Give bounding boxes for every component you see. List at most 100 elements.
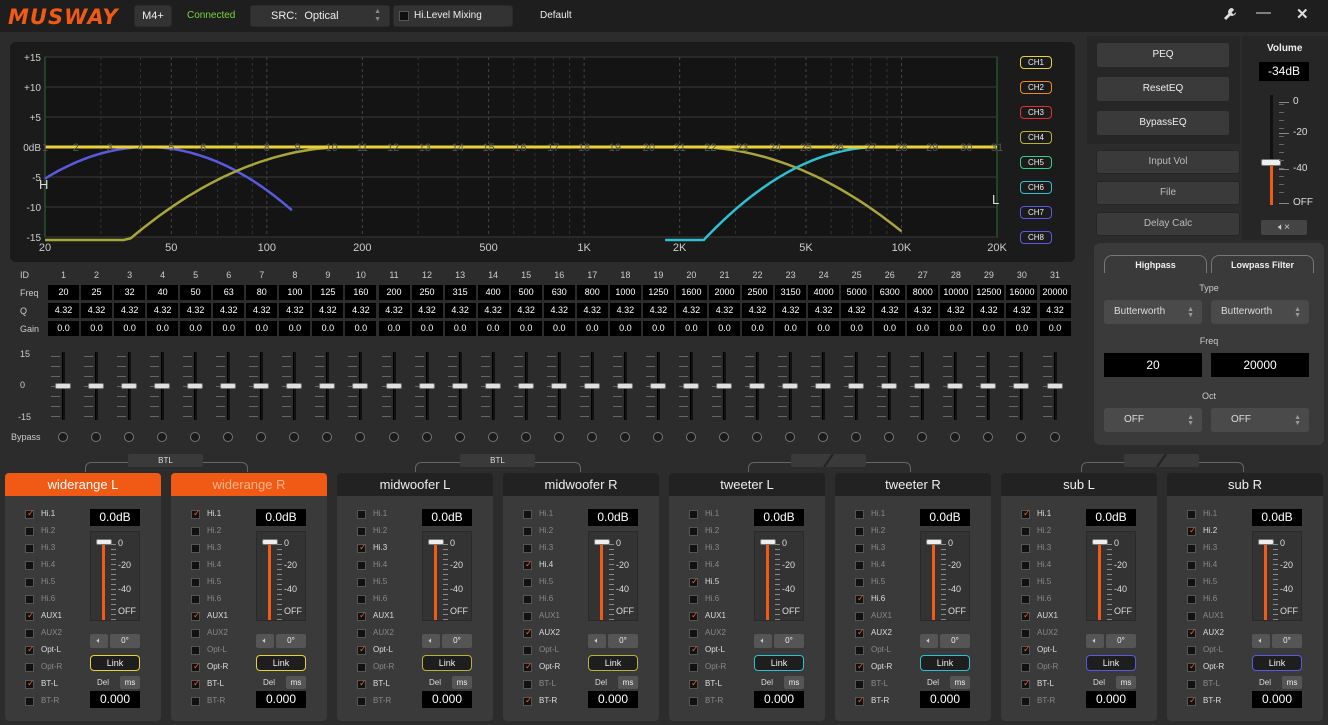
phase-button[interactable]: 0° (1106, 634, 1136, 648)
checkbox[interactable]: ✓ (1187, 525, 1197, 536)
input-vol-button[interactable]: Input Vol (1096, 150, 1240, 174)
band-gain-input[interactable]: 0.0 (1039, 321, 1071, 336)
band-bypass-toggle[interactable] (520, 432, 531, 442)
band-bypass-toggle[interactable] (388, 432, 399, 442)
slider-handle[interactable] (96, 539, 112, 545)
band-q-input[interactable]: 4.32 (543, 303, 575, 318)
band-freq-input[interactable]: 315 (444, 285, 476, 300)
checkbox[interactable] (523, 595, 532, 604)
band-marker[interactable]: 23 (736, 142, 748, 154)
phase-button[interactable]: 0° (940, 634, 970, 648)
checkbox[interactable] (1021, 663, 1030, 672)
band-q-input[interactable]: 4.32 (1039, 303, 1071, 318)
checkbox[interactable] (357, 527, 366, 536)
band-gain-input[interactable]: 0.0 (609, 321, 641, 336)
band-q-input[interactable]: 4.32 (874, 303, 906, 318)
checkbox[interactable] (1021, 527, 1030, 536)
band-marker[interactable]: 21 (674, 142, 686, 154)
band-q-input[interactable]: 4.32 (940, 303, 972, 318)
checkbox[interactable] (25, 578, 34, 587)
checkbox[interactable] (1187, 544, 1196, 553)
channel-gain-slider[interactable]: 0 -20 -40 OFF (422, 531, 472, 621)
checkbox[interactable]: ✓ (689, 644, 699, 655)
band-gain-handle[interactable] (616, 383, 633, 389)
band-q-input[interactable]: 4.32 (742, 303, 774, 318)
wrench-icon[interactable] (1222, 6, 1238, 26)
band-gain-input[interactable]: 0.0 (973, 321, 1005, 336)
checkbox[interactable] (25, 527, 34, 536)
checkbox[interactable] (855, 612, 864, 621)
band-marker[interactable]: 22 (704, 142, 716, 154)
band-bypass-toggle[interactable] (619, 432, 630, 442)
checkbox[interactable] (855, 646, 864, 655)
link-button[interactable]: Link (754, 655, 804, 671)
band-q-input[interactable]: 4.32 (114, 303, 146, 318)
checkbox[interactable] (25, 663, 34, 672)
checkbox[interactable] (1187, 646, 1196, 655)
speaker-mute-icon[interactable]: 🔈︎ (588, 634, 606, 648)
band-freq-input[interactable]: 400 (477, 285, 509, 300)
band-gain-handle[interactable] (1046, 383, 1063, 389)
band-marker[interactable]: 5 (168, 142, 174, 154)
channel-toggle-ch1[interactable]: CH1 (1020, 56, 1052, 69)
band-gain-handle[interactable] (947, 383, 964, 389)
checkbox[interactable] (1187, 561, 1196, 570)
channel-gain-slider[interactable]: 0 -20 -40 OFF (90, 531, 140, 621)
phase-button[interactable]: 0° (276, 634, 306, 648)
band-gain-handle[interactable] (352, 383, 369, 389)
link-button[interactable]: Link (588, 655, 638, 671)
checkbox[interactable]: ✓ (25, 508, 35, 519)
band-gain-handle[interactable] (319, 383, 336, 389)
band-freq-input[interactable]: 630 (543, 285, 575, 300)
btl-button-2[interactable]: BTL (460, 454, 535, 467)
checkbox[interactable] (855, 544, 864, 553)
band-freq-input[interactable]: 4000 (808, 285, 840, 300)
delay-unit-button[interactable]: ms (120, 676, 140, 689)
band-gain-handle[interactable] (682, 383, 699, 389)
band-q-input[interactable]: 4.32 (841, 303, 873, 318)
checkbox[interactable]: ✓ (523, 695, 533, 706)
checkbox[interactable] (357, 578, 366, 587)
checkbox[interactable] (523, 510, 532, 519)
channel-name-tab[interactable]: widerange L (5, 473, 161, 496)
minimize-icon[interactable]: — (1256, 4, 1271, 21)
band-marker[interactable]: 24 (769, 142, 781, 154)
band-freq-input[interactable]: 500 (510, 285, 542, 300)
slider-handle[interactable] (926, 539, 942, 545)
band-freq-input[interactable]: 100 (279, 285, 311, 300)
checkbox[interactable] (191, 595, 200, 604)
band-freq-input[interactable]: 3150 (775, 285, 807, 300)
phase-button[interactable]: 0° (1272, 634, 1302, 648)
band-marker[interactable]: 10 (325, 142, 337, 154)
reset-eq-button[interactable]: ResetEQ (1096, 76, 1230, 102)
band-gain-input[interactable]: 0.0 (510, 321, 542, 336)
band-gain-input[interactable]: 0.0 (874, 321, 906, 336)
band-marker[interactable]: 9 (294, 142, 300, 154)
band-gain-input[interactable]: 0.0 (213, 321, 245, 336)
band-bypass-toggle[interactable] (1049, 432, 1060, 442)
channel-name-tab[interactable]: midwoofer L (337, 473, 493, 496)
lowpass-oct-select[interactable]: OFF ▲ ▼ (1211, 408, 1309, 432)
band-freq-input[interactable]: 40 (147, 285, 179, 300)
speaker-mute-icon[interactable]: 🔈︎ (256, 634, 274, 648)
band-marker[interactable]: 4 (137, 142, 143, 154)
checkbox[interactable] (357, 561, 366, 570)
checkbox[interactable]: ✓ (689, 610, 699, 621)
checkbox[interactable]: ✓ (855, 661, 865, 672)
delay-input[interactable]: 0.000 (588, 691, 638, 708)
band-gain-input[interactable]: 0.0 (279, 321, 311, 336)
delay-unit-button[interactable]: ms (286, 676, 306, 689)
checkbox[interactable] (855, 561, 864, 570)
checkbox[interactable]: ✓ (191, 678, 201, 689)
band-marker[interactable]: 12 (387, 142, 399, 154)
band-gain-handle[interactable] (749, 383, 766, 389)
checkbox[interactable]: ✓ (689, 678, 699, 689)
checkbox[interactable] (689, 544, 698, 553)
slider-handle[interactable] (1258, 539, 1274, 545)
delay-input[interactable]: 0.000 (90, 691, 140, 708)
btl-button-4[interactable] (1124, 453, 1199, 468)
band-q-input[interactable]: 4.32 (213, 303, 245, 318)
band-q-input[interactable]: 4.32 (312, 303, 344, 318)
checkbox[interactable] (25, 595, 34, 604)
checkbox[interactable]: ✓ (191, 610, 201, 621)
